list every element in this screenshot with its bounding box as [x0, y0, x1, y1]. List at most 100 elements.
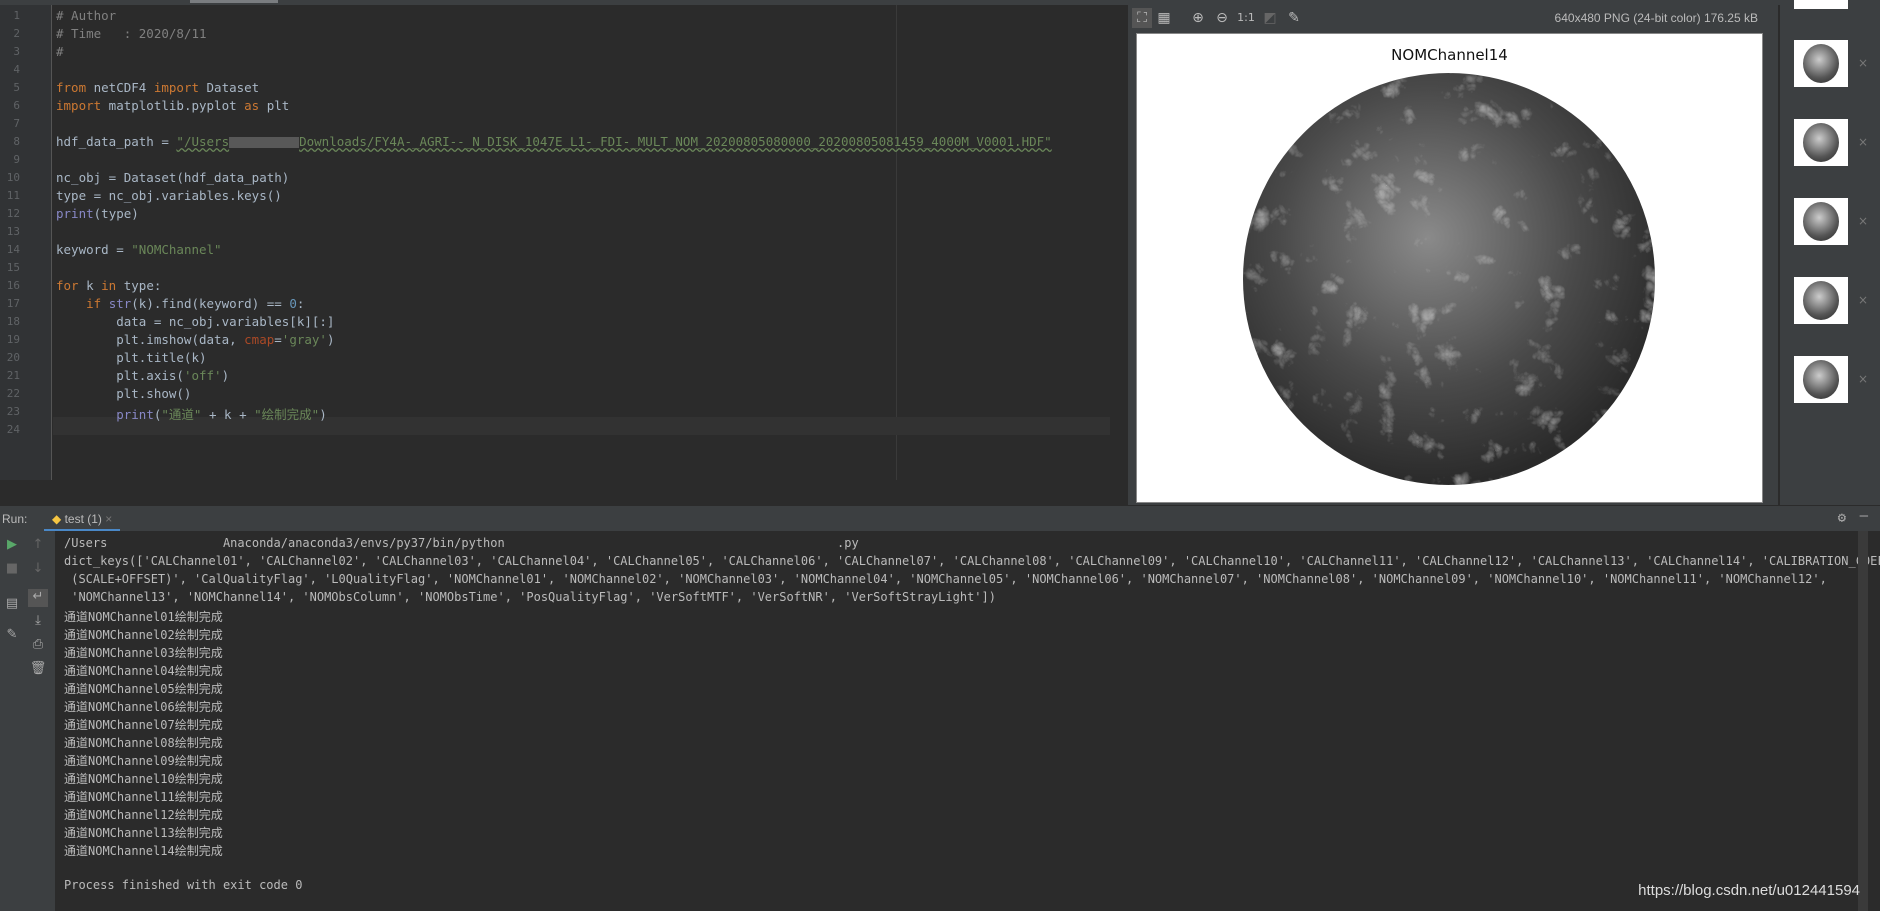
console-line: 通道NOMChannel07绘制完成 [64, 718, 223, 732]
code-line[interactable]: if str(k).find(keyword) == 0: [56, 296, 304, 311]
line-number: 3 [13, 45, 20, 58]
code-line[interactable]: data = nc_obj.variables[k][:] [56, 314, 334, 329]
console-line: 通道NOMChannel06绘制完成 [64, 700, 223, 714]
code-line[interactable]: # [56, 44, 64, 59]
code-line[interactable]: for k in type: [56, 278, 161, 293]
line-number: 24 [6, 423, 20, 436]
code-line[interactable]: plt.title(k) [56, 350, 206, 365]
console-output[interactable]: /Users Anaconda/anaconda3/envs/py37/bin/… [55, 531, 1880, 911]
console-line: 通道NOMChannel03绘制完成 [64, 646, 223, 660]
console-line: 通道NOMChannel10绘制完成 [64, 772, 223, 786]
scroll-to-end-icon[interactable]: ⤓ [28, 613, 48, 631]
code-line[interactable]: plt.imshow(data, cmap='gray') [56, 332, 334, 347]
line-number: 8 [13, 135, 20, 148]
thumbnail[interactable] [1794, 198, 1848, 245]
thumbnail[interactable] [1794, 40, 1848, 87]
console-line: 通道NOMChannel09绘制完成 [64, 754, 223, 768]
line-number: 23 [6, 405, 20, 418]
line-number: 16 [6, 279, 20, 292]
code-line[interactable]: keyword = "NOMChannel" [56, 242, 222, 257]
thumbnail-close-icon[interactable]: × [1858, 56, 1868, 70]
thumbnail-strip: × × × × × [1780, 0, 1880, 505]
rerun-icon[interactable]: ▶ [2, 537, 22, 555]
stop-icon[interactable]: ■ [2, 561, 22, 579]
python-icon: ◆ [52, 512, 62, 526]
pin-icon[interactable]: ✎ [2, 627, 22, 645]
thumbnail[interactable] [1794, 0, 1848, 9]
line-number: 6 [13, 99, 20, 112]
image-viewer-toolbar: ⛶ ▦ ⊕ ⊖ 1:1 ◩ ✎ 640x480 PNG (24-bit colo… [1128, 8, 1778, 30]
console-line: 通道NOMChannel05绘制完成 [64, 682, 223, 696]
thumbnail[interactable] [1794, 356, 1848, 403]
console-line: 通道NOMChannel08绘制完成 [64, 736, 223, 750]
line-number: 5 [13, 81, 20, 94]
console-line: 通道NOMChannel02绘制完成 [64, 628, 223, 642]
gear-icon[interactable]: ⚙ [1838, 510, 1846, 526]
line-number: 12 [6, 207, 20, 220]
code-line[interactable]: nc_obj = Dataset(hdf_data_path) [56, 170, 289, 185]
trash-icon[interactable]: 🗑 [28, 661, 48, 679]
zoom-out-icon[interactable]: ⊖ [1212, 8, 1232, 28]
line-number: 17 [6, 297, 20, 310]
code-line[interactable]: type = nc_obj.variables.keys() [56, 188, 282, 203]
thumbnail-close-icon[interactable]: × [1858, 293, 1868, 307]
run-panel-header: Run: ◆ test (1) × ⚙ — [0, 505, 1880, 532]
console-line: dict_keys(['CALChannel01', 'CALChannel02… [64, 554, 1880, 568]
line-number: 2 [13, 27, 20, 40]
console-line: 通道NOMChannel13绘制完成 [64, 826, 223, 840]
actual-size-button[interactable]: 1:1 [1236, 8, 1256, 28]
run-tab[interactable]: ◆ test (1) × [44, 506, 121, 532]
code-line[interactable]: print(type) [56, 206, 139, 221]
right-margin-guide [896, 5, 897, 480]
thumbnail-close-icon[interactable]: × [1858, 135, 1868, 149]
soft-wrap-icon[interactable]: ↵ [28, 589, 48, 607]
line-number: 14 [6, 243, 20, 256]
code-line[interactable]: plt.show() [56, 386, 191, 401]
code-line[interactable]: # Time : 2020/8/11 [56, 26, 207, 41]
console-line: 通道NOMChannel11绘制完成 [64, 790, 223, 804]
console-line: 'NOMChannel13', 'NOMChannel14', 'NOMObsC… [64, 590, 996, 604]
code-line[interactable]: # Author [56, 8, 116, 23]
down-arrow-icon[interactable]: ↓ [28, 561, 48, 579]
active-tab-indicator [190, 0, 278, 3]
line-number: 7 [13, 117, 20, 130]
line-number: 21 [6, 369, 20, 382]
editor-scrollbar[interactable] [1112, 5, 1125, 480]
code-line[interactable]: from netCDF4 import Dataset [56, 80, 259, 95]
line-number: 22 [6, 387, 20, 400]
console-line: (SCALE+OFFSET)', 'CalQualityFlag', 'L0Qu… [64, 572, 1827, 586]
code-line[interactable]: import matplotlib.pyplot as plt [56, 98, 289, 113]
line-number: 15 [6, 261, 20, 274]
color-picker-icon[interactable]: ✎ [1284, 8, 1304, 28]
thumbnail-close-icon[interactable]: × [1858, 214, 1868, 228]
code-line[interactable]: plt.axis('off') [56, 368, 229, 383]
grid-icon[interactable]: ▦ [1154, 8, 1174, 28]
layout-icon[interactable]: ▤ [2, 596, 22, 614]
line-number: 9 [13, 153, 20, 166]
thumbnail[interactable] [1794, 277, 1848, 324]
code-line[interactable]: print("通道" + k + "绘制完成") [56, 404, 327, 423]
line-number: 1 [13, 9, 20, 22]
print-icon[interactable]: ⎙ [28, 637, 48, 655]
image-canvas: NOMChannel14 [1136, 33, 1763, 503]
code-line[interactable]: hdf_data_path = "/Users Downloads/FY4A-_A… [56, 134, 1052, 149]
console-line: Process finished with exit code 0 [64, 878, 303, 892]
watermark: https://blog.csdn.net/u012441594 [1638, 882, 1860, 899]
line-number: 10 [6, 171, 20, 184]
console-line: 通道NOMChannel04绘制完成 [64, 664, 223, 678]
minimize-icon[interactable]: — [1860, 508, 1868, 524]
console-scrollbar[interactable] [1858, 531, 1868, 911]
thumbnail[interactable] [1794, 119, 1848, 166]
fit-zoom-icon[interactable]: ⛶ [1132, 8, 1152, 28]
line-number: 11 [6, 189, 20, 202]
run-tab-label: test (1) [64, 512, 102, 526]
console-line: 通道NOMChannel14绘制完成 [64, 844, 223, 858]
thumbnail-close-icon[interactable]: × [1858, 372, 1868, 386]
console-line: 通道NOMChannel01绘制完成 [64, 610, 223, 624]
close-tab-icon[interactable]: × [105, 512, 112, 526]
zoom-in-icon[interactable]: ⊕ [1188, 8, 1208, 28]
up-arrow-icon[interactable]: ↑ [28, 537, 48, 555]
background-toggle-icon[interactable]: ◩ [1260, 8, 1280, 28]
line-number: 18 [6, 315, 20, 328]
console-line: /Users Anaconda/anaconda3/envs/py37/bin/… [64, 536, 859, 550]
